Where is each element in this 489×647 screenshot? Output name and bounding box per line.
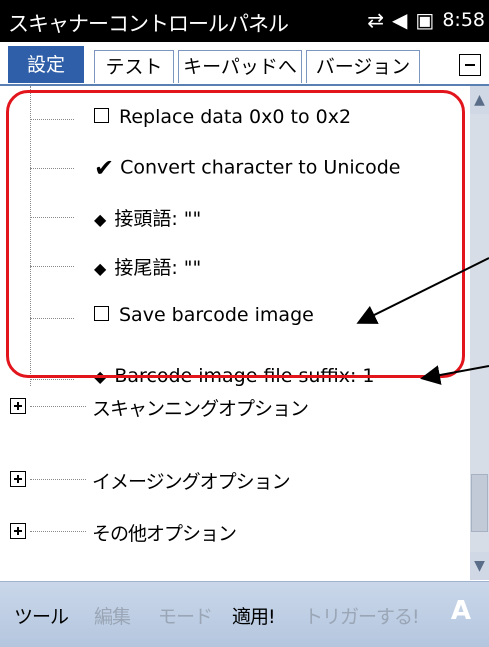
- expand-icon[interactable]: [10, 471, 26, 487]
- scroll-down-icon[interactable]: ▼: [470, 552, 489, 580]
- tab-bar: 設定 テスト キーパッドへ バージョン: [0, 42, 489, 86]
- menu-tools[interactable]: ツール: [14, 602, 69, 629]
- tab-keypad[interactable]: キーパッドへ: [178, 50, 302, 83]
- tree-category-scanning[interactable]: スキャンニングオプション: [92, 394, 309, 421]
- scroll-thumb[interactable]: [471, 474, 488, 532]
- keyboard-icon[interactable]: A: [451, 596, 471, 626]
- vertical-scrollbar[interactable]: ▲ ▼: [470, 86, 489, 580]
- highlight-frame: [6, 90, 465, 378]
- tree-connector: [30, 479, 86, 480]
- menu-edit[interactable]: 編集: [94, 602, 131, 629]
- bottom-menu-bar: ツール 編集 モード 適用! トリガーする! A: [0, 581, 489, 647]
- status-area: ⇄ ◀︎ ▣ 8:58: [367, 8, 485, 32]
- tab-version[interactable]: バージョン: [306, 50, 420, 83]
- title-bar: スキャナーコントロールパネル ⇄ ◀︎ ▣ 8:58: [0, 0, 489, 42]
- menu-trigger[interactable]: トリガーする!: [304, 602, 420, 629]
- expand-icon[interactable]: [10, 523, 26, 539]
- menu-apply[interactable]: 適用!: [232, 602, 276, 629]
- tree-category-other[interactable]: その他オプション: [92, 519, 237, 546]
- tree-connector: [30, 379, 74, 380]
- tab-test[interactable]: テスト: [94, 50, 174, 83]
- app-title: スキャナーコントロールパネル: [8, 12, 289, 36]
- tree-category-imaging[interactable]: イメージングオプション: [92, 467, 291, 494]
- tab-settings[interactable]: 設定: [8, 46, 84, 83]
- battery-icon[interactable]: ▣: [415, 8, 434, 32]
- menu-mode[interactable]: モード: [158, 602, 213, 629]
- scroll-up-icon[interactable]: ▲: [470, 86, 489, 114]
- volume-icon[interactable]: ◀︎: [392, 8, 407, 32]
- tree-connector: [30, 406, 86, 407]
- tree-connector: [30, 531, 86, 532]
- collapse-button[interactable]: [459, 54, 481, 76]
- connectivity-icon[interactable]: ⇄: [367, 8, 384, 32]
- clock[interactable]: 8:58: [442, 9, 485, 31]
- expand-icon[interactable]: [10, 398, 26, 414]
